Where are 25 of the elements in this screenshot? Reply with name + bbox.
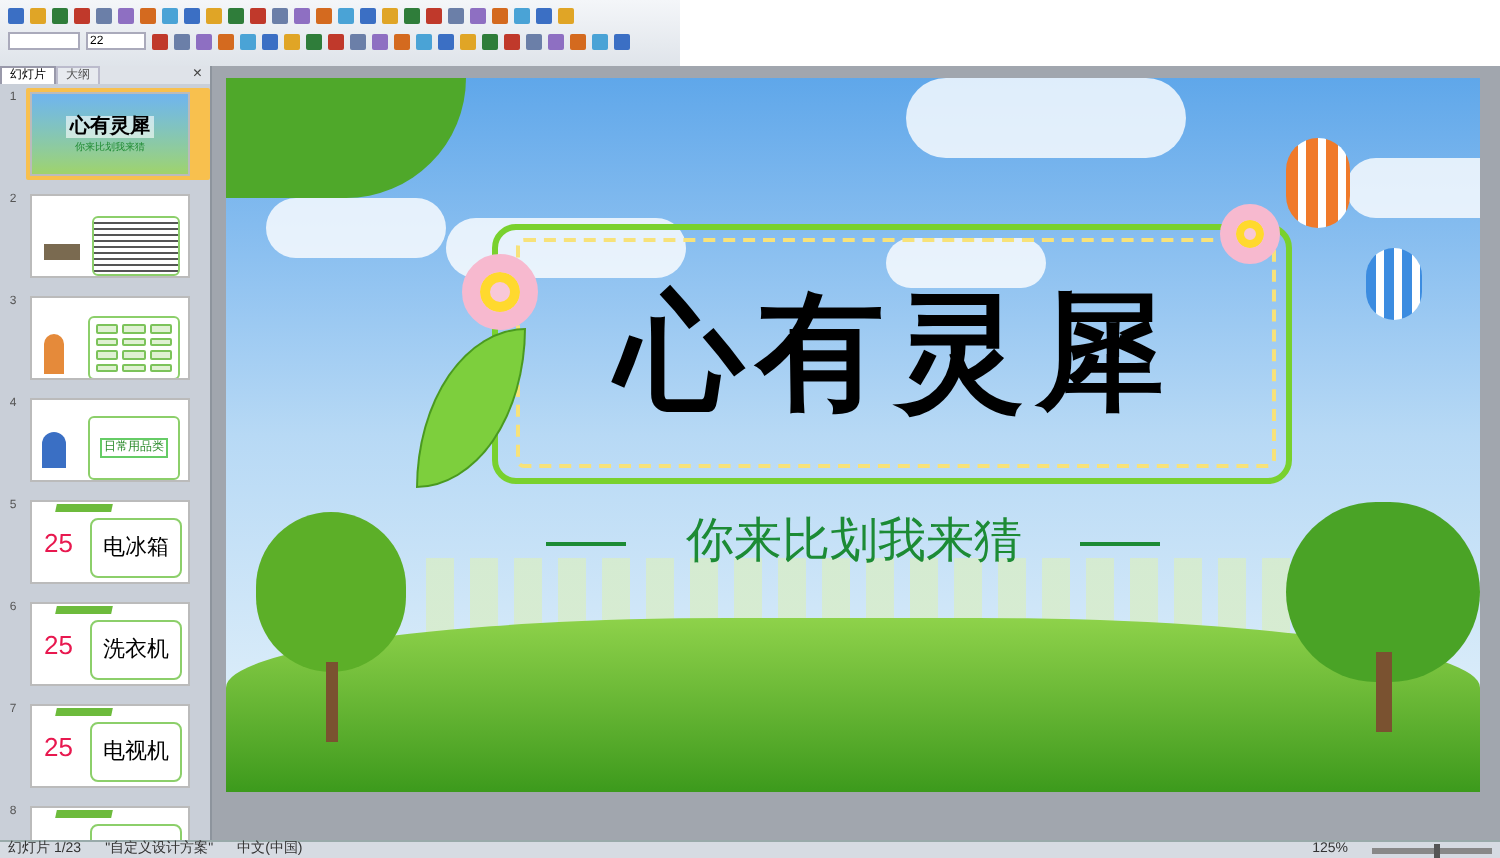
decorative-line bbox=[546, 542, 626, 546]
header-stripe bbox=[55, 708, 113, 716]
flower-drawing bbox=[1220, 204, 1280, 264]
flower-drawing bbox=[462, 254, 538, 330]
word-label: 电视机 bbox=[103, 740, 169, 764]
hot-air-balloon-drawing bbox=[1286, 138, 1350, 228]
header-stripe bbox=[55, 606, 113, 614]
header-stripe bbox=[55, 504, 113, 512]
cloud-drawing bbox=[1346, 158, 1480, 218]
decorative-line bbox=[1080, 542, 1160, 546]
slide-subtitle: 你来比划我来猜 bbox=[684, 514, 1024, 570]
hot-air-balloon-drawing bbox=[1366, 248, 1422, 320]
word-label: 电冰箱 bbox=[103, 536, 169, 560]
button-grid-drawing bbox=[88, 316, 180, 378]
zoom-slider-thumb[interactable] bbox=[1434, 843, 1441, 857]
close-button[interactable]: × bbox=[192, 64, 202, 82]
countdown-number: 25 bbox=[44, 734, 73, 762]
thumbnail-title: 心有灵犀 bbox=[66, 115, 154, 137]
header-stripe bbox=[55, 810, 113, 818]
slide-title: 心有灵犀 bbox=[616, 283, 1176, 423]
text-lines-drawing bbox=[92, 216, 180, 276]
word-label: 洗衣机 bbox=[103, 638, 169, 662]
countdown-number: 25 bbox=[44, 530, 73, 558]
font-name-field[interactable] bbox=[8, 32, 80, 50]
countdown-number: 25 bbox=[44, 632, 73, 660]
